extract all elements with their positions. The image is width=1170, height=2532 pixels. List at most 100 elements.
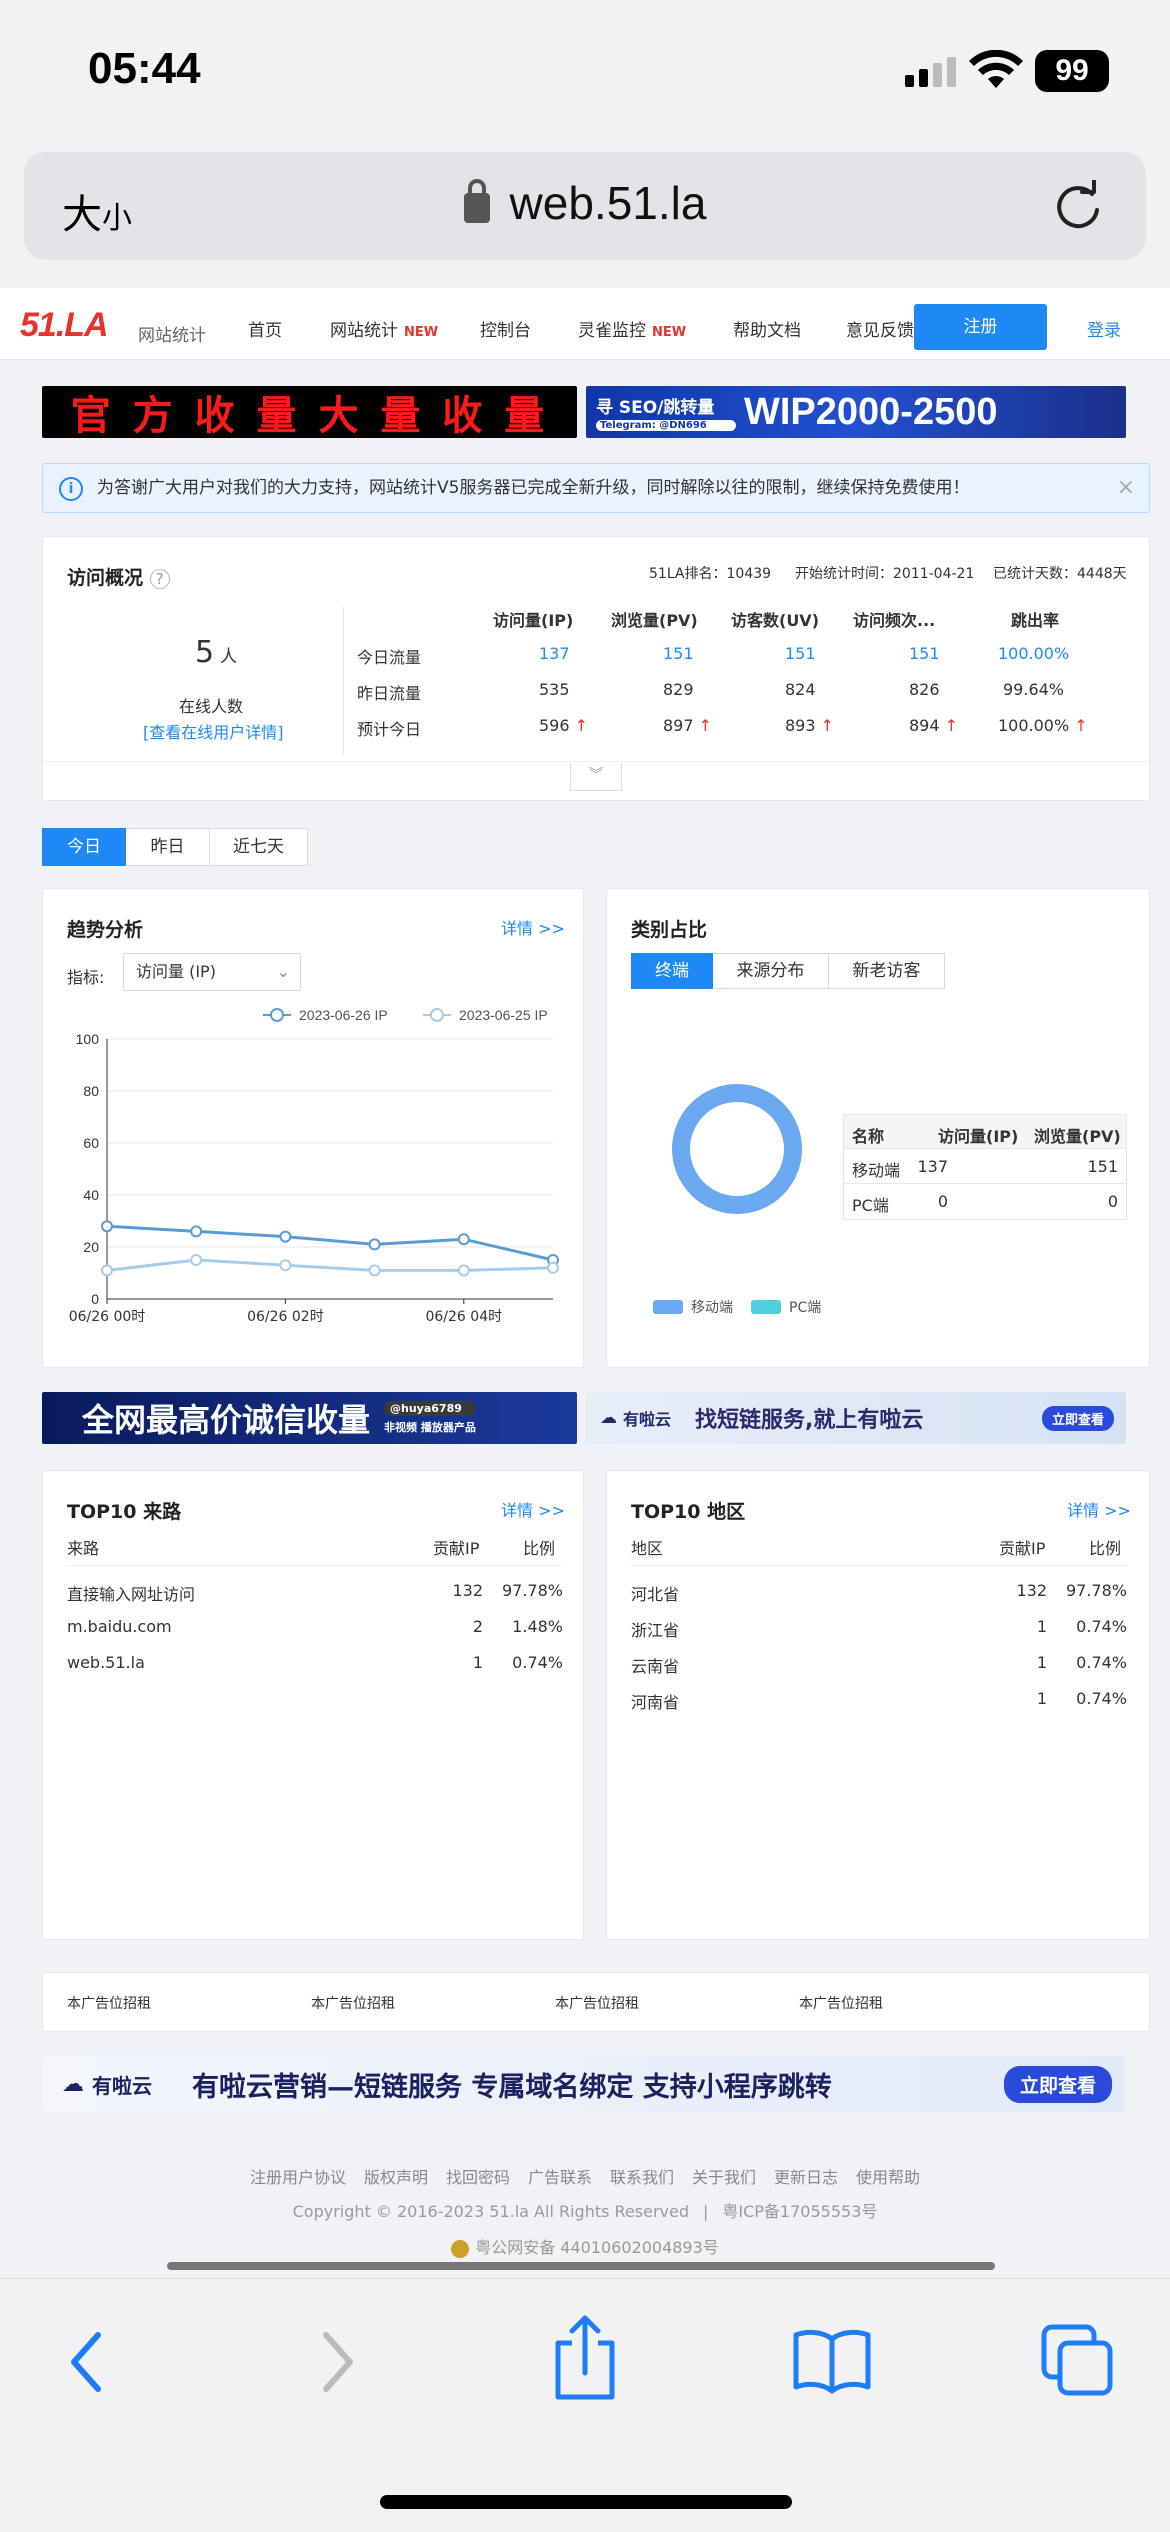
nav-item-docs[interactable]: 帮助文档 [733, 316, 801, 341]
ad-banner-top-left[interactable]: 官 方 收 量 大 量 收 量 [42, 386, 577, 438]
ad-banner-mid-right[interactable]: ☁ 有啦云 找短链服务,就上有啦云 立即查看 [586, 1392, 1126, 1444]
footer-copyright: Copyright © 2016-2023 51.la All Rights R… [292, 2202, 878, 2221]
site-logo[interactable]: 51.LA [20, 306, 109, 345]
overview-title: 访问概况 ? [67, 563, 170, 590]
status-time: 05:44 [88, 44, 201, 93]
help-icon[interactable]: ? [149, 569, 170, 589]
tab-terminal[interactable]: 终端 [631, 953, 713, 989]
share-icon[interactable] [550, 2313, 620, 2403]
nav-item-stats[interactable]: 网站统计 NEW [330, 316, 438, 341]
ad-rent-slot[interactable]: 本广告位招租 [311, 1993, 395, 2013]
scroll-indicator [167, 2262, 995, 2270]
notice-bar: i 为答谢广大用户对我们的大力支持，网站统计V5服务器已完成全新升级，同时解除以… [42, 463, 1150, 513]
row-name: 直接输入网址访问 [67, 1585, 196, 1604]
legend-marker [430, 1008, 444, 1022]
col-header-ip: 访问量(IP) [493, 611, 574, 630]
ad-banner-top-right[interactable]: 寻 SEO/跳转量 Telegram: @DN696 WIP2000-2500 [586, 386, 1126, 438]
tabs-icon[interactable] [1040, 2323, 1116, 2399]
footer-link[interactable]: 版权声明 [364, 2168, 428, 2187]
series-line-0 [106, 1224, 554, 1262]
forecast-bounce: 100.00% ↑ [998, 716, 1088, 735]
overview-card: 访问概况 ? 51LA排名：10439 开始统计时间：2011-04-21 已统… [42, 536, 1150, 801]
y-tick-label: 100 [76, 1031, 100, 1047]
cat-col-ip: 访问量(IP) [938, 1127, 1019, 1146]
today-pv: 151 [663, 644, 694, 663]
cloud-logo-icon: ☁ [600, 1408, 617, 1428]
footer-link[interactable]: 使用帮助 [856, 2168, 920, 2187]
cat-col-name: 名称 [852, 1127, 885, 1146]
nav-item-feedback[interactable]: 意见反馈 [846, 316, 914, 341]
row-label: 昨日流量 [357, 684, 422, 703]
info-icon: i [59, 477, 83, 501]
address-bar[interactable]: 大小 web.51.la [24, 152, 1146, 260]
legend-marker [270, 1008, 284, 1022]
trend-card: 趋势分析 详情 >> 指标: 访问量 (IP) ⌄ 0 20 40 60 80 100 06/… [42, 888, 584, 1368]
url-display[interactable]: web.51.la [24, 176, 1146, 230]
tab-source[interactable]: 来源分布 [713, 953, 829, 989]
tab-seven-days[interactable]: 近七天 [210, 828, 308, 866]
register-button[interactable]: 注册 [914, 304, 1047, 350]
trend-detail-link[interactable]: 详情 >> [501, 915, 565, 939]
tab-new-old[interactable]: 新老访客 [829, 953, 945, 989]
col-header-bounce: 跳出率 [1011, 611, 1060, 630]
today-ip: 137 [539, 644, 570, 663]
data-point [101, 1220, 113, 1233]
day-tabs: 今日 昨日 近七天 [42, 828, 308, 866]
row-pct: 0.74% [1076, 1689, 1127, 1708]
ad-rent-strip: 本广告位招租 本广告位招租 本广告位招租 本广告位招租 [42, 1972, 1150, 2032]
footer-link[interactable]: 广告联系 [528, 2168, 592, 2187]
col-header-ip: 贡献IP [433, 1539, 480, 1558]
back-icon[interactable] [62, 2327, 112, 2397]
metric-select[interactable]: 访问量 (IP) ⌄ [123, 953, 301, 991]
reload-icon[interactable] [1052, 180, 1104, 232]
yesterday-pv: 829 [663, 680, 694, 699]
row-name: 浙江省 [631, 1621, 680, 1640]
icp-link[interactable]: 粤ICP备17055553号 [722, 2202, 877, 2221]
site-nav: 51.LA 网站统计 首页 网站统计 NEW 控制台 灵雀监控 NEW 帮助文档 意… [0, 288, 1170, 360]
arrow-up-icon: ↑ [693, 716, 713, 735]
footer-link[interactable]: 找回密码 [446, 2168, 510, 2187]
footer-link[interactable]: 关于我们 [692, 2168, 756, 2187]
close-icon[interactable]: × [1117, 464, 1135, 512]
forward-icon[interactable] [312, 2327, 362, 2397]
arrow-up-icon: ↑ [569, 716, 589, 735]
footer-link[interactable]: 注册用户协议 [250, 2168, 346, 2187]
tab-yesterday[interactable]: 昨日 [126, 828, 210, 866]
nav-item-console[interactable]: 控制台 [480, 316, 531, 341]
nav-item-monitor[interactable]: 灵雀监控 NEW [578, 316, 686, 341]
online-detail-link[interactable]: [查看在线用户详情] [143, 719, 284, 743]
expand-chevron-icon[interactable]: ︾ [570, 763, 622, 791]
ad-banner-mid-left[interactable]: 全网最高价诚信收量 @huya6789 非视频 播放器产品 [42, 1392, 577, 1444]
row-name: m.baidu.com [67, 1617, 172, 1636]
top-regions-detail-link[interactable]: 详情 >> [1067, 1497, 1131, 1521]
ad-banner-bottom[interactable]: ☁ 有啦云 有啦云营销—短链服务 专属域名绑定 支持小程序跳转 立即查看 [42, 2056, 1124, 2112]
forecast-freq: 894 ↑ [909, 716, 959, 735]
footer-link[interactable]: 联系我们 [610, 2168, 674, 2187]
top-sources-detail-link[interactable]: 详情 >> [501, 1497, 565, 1521]
login-link[interactable]: 登录 [1087, 316, 1121, 341]
category-table: 名称 访问量(IP) 浏览量(PV) 移动端 137 151 PC端 0 0 [843, 1114, 1127, 1220]
top-sources-card: TOP10 来路 详情 >> 来路 贡献IP 比例 直接输入网址访问 132 97.… [42, 1470, 584, 1940]
ad-rent-slot[interactable]: 本广告位招租 [799, 1993, 883, 2013]
y-tick-label: 0 [91, 1291, 99, 1307]
legend-label: 2023-06-26 IP [299, 1007, 388, 1023]
home-indicator [380, 2495, 792, 2509]
forecast-ip: 596 ↑ [539, 716, 589, 735]
col-header-freq: 访问频次... [853, 611, 936, 630]
footer-links: 注册用户协议 版权声明 找回密码 广告联系 联系我们 关于我们 更新日志 使用帮助 [0, 2164, 1170, 2188]
y-tick-label: 80 [83, 1083, 99, 1099]
row-pct: 0.74% [512, 1653, 563, 1672]
battery-icon: 99 [1035, 50, 1109, 92]
bookmarks-icon[interactable] [792, 2325, 872, 2395]
category-title: 类别占比 [631, 919, 708, 941]
ad-rent-slot[interactable]: 本广告位招租 [555, 1993, 639, 2013]
tab-today[interactable]: 今日 [42, 828, 126, 866]
row-ip: 1 [472, 1653, 483, 1672]
footer-police[interactable]: 粤公网安备 44010602004893号 [0, 2234, 1170, 2258]
lock-icon [463, 179, 490, 223]
nav-item-home[interactable]: 首页 [248, 316, 282, 341]
ad-rent-slot[interactable]: 本广告位招租 [67, 1993, 151, 2013]
data-point [101, 1264, 113, 1277]
col-header-pct: 比例 [523, 1539, 556, 1558]
footer-link[interactable]: 更新日志 [774, 2168, 838, 2187]
